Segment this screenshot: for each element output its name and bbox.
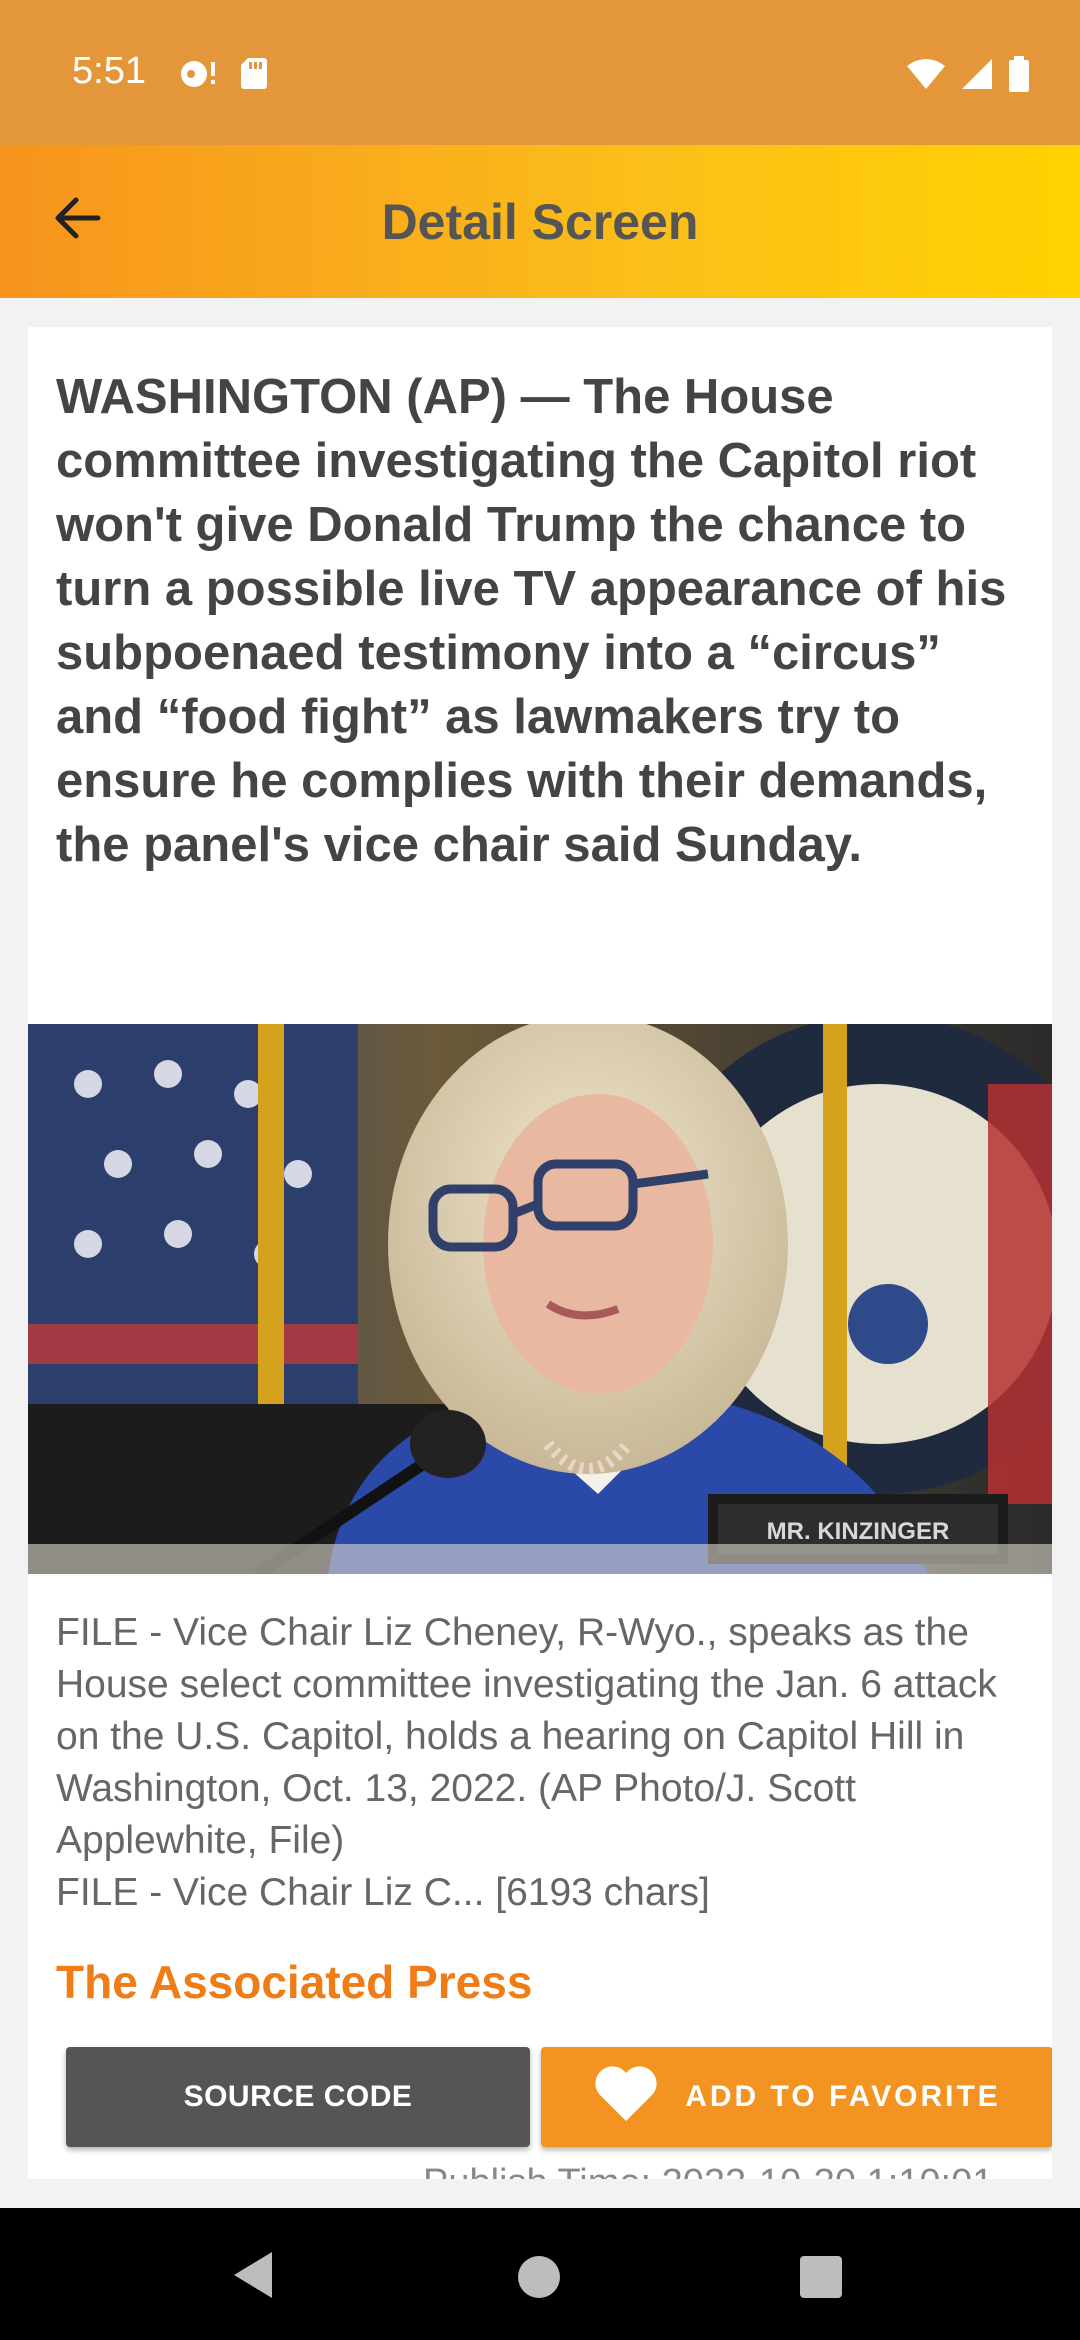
article-card: WASHINGTON (AP) — The House committee in… [28, 327, 1052, 2179]
caption-text: FILE - Vice Chair Liz Cheney, R-Wyo., sp… [56, 1611, 997, 1862]
add-to-favorite-button[interactable]: ADD TO FAVORITE [541, 2047, 1052, 2147]
content-truncated: FILE - Vice Chair Liz C... [6193 chars] [56, 1871, 710, 1914]
source-name: The Associated Press [56, 1956, 533, 2008]
sd-card-icon [240, 56, 268, 95]
nav-back-icon[interactable] [232, 2250, 274, 2305]
heart-icon [593, 2063, 659, 2131]
article-headline: WASHINGTON (AP) — The House committee in… [56, 370, 1007, 872]
status-icons-right [906, 56, 1030, 97]
system-nav-bar [0, 2208, 1080, 2340]
source-code-label: SOURCE CODE [183, 2080, 413, 2113]
battery-icon [1008, 56, 1030, 97]
notification-icon [178, 56, 218, 95]
signal-icon [960, 58, 994, 95]
source-code-button[interactable]: SOURCE CODE [66, 2047, 530, 2147]
app-bar: Detail Screen [0, 145, 1080, 298]
article-caption: FILE - Vice Chair Liz Cheney, R-Wyo., sp… [56, 1607, 1036, 1919]
article-photo: MR. KINZINGER [28, 1024, 1052, 1574]
status-bar: 5:51 [0, 0, 1080, 145]
nav-home-icon[interactable] [518, 2256, 560, 2298]
publish-time: Publish Time: 2022-10-30 1:10:01 [423, 2162, 993, 2179]
wifi-icon [906, 58, 946, 95]
status-icons-left [178, 56, 268, 95]
status-time: 5:51 [72, 50, 146, 92]
nameplate-text: MR. KINZINGER [767, 1518, 950, 1545]
screen-title: Detail Screen [381, 194, 699, 250]
nav-recents-icon[interactable] [800, 2256, 842, 2298]
add-to-favorite-label: ADD TO FAVORITE [685, 2080, 1001, 2113]
